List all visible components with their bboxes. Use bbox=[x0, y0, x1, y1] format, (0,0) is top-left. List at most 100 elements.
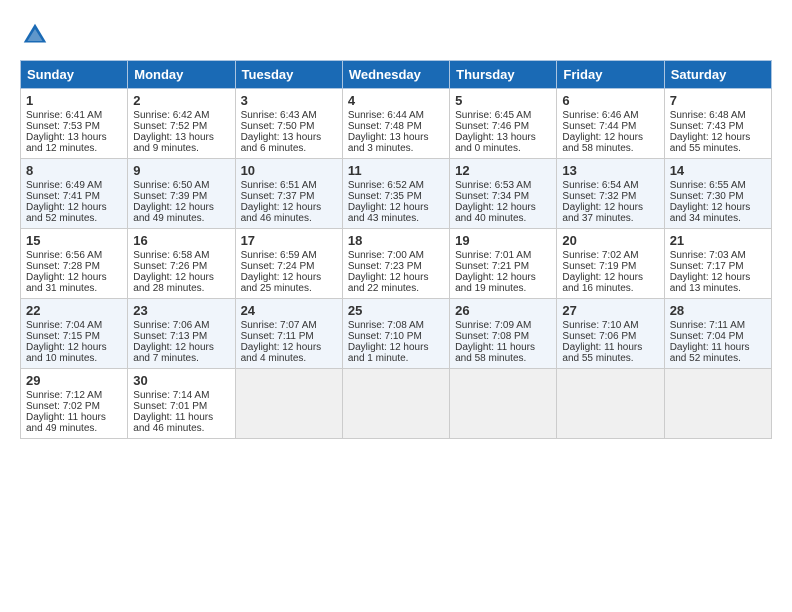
calendar-cell: 26 Sunrise: 7:09 AMSunset: 7:08 PMDayligh… bbox=[450, 299, 557, 369]
day-info-line: Daylight: 12 hours bbox=[348, 342, 444, 353]
day-number: 15 bbox=[26, 233, 122, 248]
day-info-line: Sunrise: 6:48 AM bbox=[670, 110, 766, 121]
calendar-cell: 28Sunrise: 7:11 AMSunset: 7:04 PMDayligh… bbox=[664, 299, 771, 369]
day-number: 7 bbox=[670, 93, 766, 108]
calendar-week-2: 8Sunrise: 6:49 AMSunset: 7:41 PMDaylight… bbox=[21, 159, 772, 229]
calendar-cell: 3Sunrise: 6:43 AMSunset: 7:50 PMDaylight… bbox=[235, 89, 342, 159]
day-number: 2 bbox=[133, 93, 229, 108]
day-info-line: Sunset: 7:46 PM bbox=[455, 121, 551, 132]
day-number: 3 bbox=[241, 93, 337, 108]
day-info-line: Daylight: 11 hours bbox=[455, 342, 551, 353]
calendar-cell: 19Sunrise: 7:01 AMSunset: 7:21 PMDayligh… bbox=[450, 229, 557, 299]
day-info-line: and 40 minutes. bbox=[455, 213, 551, 224]
day-number: 24 bbox=[241, 303, 337, 318]
day-info-line: Sunrise: 7:00 AM bbox=[348, 250, 444, 261]
day-info-line: Sunset: 7:11 PM bbox=[241, 331, 337, 342]
day-info-line: Daylight: 12 hours bbox=[241, 272, 337, 283]
day-number: 10 bbox=[241, 163, 337, 178]
day-info-line: Sunrise: 6:45 AM bbox=[455, 110, 551, 121]
day-info-line: Sunrise: 7:02 AM bbox=[562, 250, 658, 261]
calendar-header-saturday: Saturday bbox=[664, 61, 771, 89]
day-info-line: Daylight: 13 hours bbox=[241, 132, 337, 143]
calendar-cell: 24Sunrise: 7:07 AMSunset: 7:11 PMDayligh… bbox=[235, 299, 342, 369]
day-info-line: Daylight: 12 hours bbox=[562, 202, 658, 213]
day-info-line: Sunset: 7:02 PM bbox=[26, 401, 122, 412]
day-info-line: Sunset: 7:08 PM bbox=[455, 331, 551, 342]
day-info-line: Sunset: 7:06 PM bbox=[562, 331, 658, 342]
day-number: 23 bbox=[133, 303, 229, 318]
day-info-line: and 6 minutes. bbox=[241, 143, 337, 154]
day-number: 11 bbox=[348, 163, 444, 178]
day-info-line: and 46 minutes. bbox=[241, 213, 337, 224]
day-info-line: Daylight: 12 hours bbox=[670, 272, 766, 283]
day-info-line: Sunset: 7:23 PM bbox=[348, 261, 444, 272]
day-info-line: and 28 minutes. bbox=[133, 283, 229, 294]
day-info-line: and 58 minutes. bbox=[455, 353, 551, 364]
day-info-line: Daylight: 12 hours bbox=[26, 272, 122, 283]
calendar-cell bbox=[557, 369, 664, 439]
day-info-line: and 9 minutes. bbox=[133, 143, 229, 154]
day-info-line: Sunrise: 6:50 AM bbox=[133, 180, 229, 191]
day-number: 8 bbox=[26, 163, 122, 178]
day-info-line: Daylight: 12 hours bbox=[241, 202, 337, 213]
day-number: 26 bbox=[455, 303, 551, 318]
day-info-line: Sunset: 7:17 PM bbox=[670, 261, 766, 272]
day-info-line: Daylight: 12 hours bbox=[26, 342, 122, 353]
calendar-cell: 6Sunrise: 6:46 AMSunset: 7:44 PMDaylight… bbox=[557, 89, 664, 159]
day-info-line: Sunset: 7:04 PM bbox=[670, 331, 766, 342]
day-info-line: Sunrise: 7:03 AM bbox=[670, 250, 766, 261]
day-number: 6 bbox=[562, 93, 658, 108]
day-number: 9 bbox=[133, 163, 229, 178]
calendar-cell: 25Sunrise: 7:08 AMSunset: 7:10 PMDayligh… bbox=[342, 299, 449, 369]
calendar-cell: 5Sunrise: 6:45 AMSunset: 7:46 PMDaylight… bbox=[450, 89, 557, 159]
day-info-line: Sunrise: 7:08 AM bbox=[348, 320, 444, 331]
day-info-line: Sunset: 7:53 PM bbox=[26, 121, 122, 132]
calendar-header-monday: Monday bbox=[128, 61, 235, 89]
day-info-line: and 52 minutes. bbox=[670, 353, 766, 364]
calendar-cell: 20Sunrise: 7:02 AMSunset: 7:19 PMDayligh… bbox=[557, 229, 664, 299]
day-info-line: and 49 minutes. bbox=[26, 423, 122, 434]
day-info-line: Sunset: 7:35 PM bbox=[348, 191, 444, 202]
day-info-line: Sunset: 7:41 PM bbox=[26, 191, 122, 202]
day-info-line: Daylight: 13 hours bbox=[455, 132, 551, 143]
calendar-cell: 30Sunrise: 7:14 AMSunset: 7:01 PMDayligh… bbox=[128, 369, 235, 439]
day-info-line: and 12 minutes. bbox=[26, 143, 122, 154]
day-info-line: Daylight: 13 hours bbox=[348, 132, 444, 143]
calendar-cell: 18Sunrise: 7:00 AMSunset: 7:23 PMDayligh… bbox=[342, 229, 449, 299]
calendar-cell bbox=[664, 369, 771, 439]
day-number: 4 bbox=[348, 93, 444, 108]
calendar-cell bbox=[342, 369, 449, 439]
day-number: 12 bbox=[455, 163, 551, 178]
day-info-line: Daylight: 12 hours bbox=[133, 342, 229, 353]
calendar-cell: 17Sunrise: 6:59 AMSunset: 7:24 PMDayligh… bbox=[235, 229, 342, 299]
day-info-line: Daylight: 12 hours bbox=[562, 272, 658, 283]
day-info-line: and 43 minutes. bbox=[348, 213, 444, 224]
calendar-cell: 29Sunrise: 7:12 AMSunset: 7:02 PMDayligh… bbox=[21, 369, 128, 439]
day-info-line: Sunrise: 7:14 AM bbox=[133, 390, 229, 401]
day-info-line: Daylight: 12 hours bbox=[562, 132, 658, 143]
day-info-line: and 58 minutes. bbox=[562, 143, 658, 154]
calendar-cell: 11Sunrise: 6:52 AMSunset: 7:35 PMDayligh… bbox=[342, 159, 449, 229]
day-info-line: Sunrise: 7:09 AM bbox=[455, 320, 551, 331]
day-info-line: Sunset: 7:01 PM bbox=[133, 401, 229, 412]
calendar-cell: 10Sunrise: 6:51 AMSunset: 7:37 PMDayligh… bbox=[235, 159, 342, 229]
calendar-cell bbox=[235, 369, 342, 439]
calendar-cell: 4Sunrise: 6:44 AMSunset: 7:48 PMDaylight… bbox=[342, 89, 449, 159]
day-info-line: Daylight: 11 hours bbox=[26, 412, 122, 423]
day-number: 27 bbox=[562, 303, 658, 318]
day-info-line: Sunset: 7:43 PM bbox=[670, 121, 766, 132]
calendar-cell: 12Sunrise: 6:53 AMSunset: 7:34 PMDayligh… bbox=[450, 159, 557, 229]
day-info-line: Sunset: 7:50 PM bbox=[241, 121, 337, 132]
day-info-line: Sunset: 7:28 PM bbox=[26, 261, 122, 272]
day-number: 21 bbox=[670, 233, 766, 248]
calendar-week-1: 1Sunrise: 6:41 AMSunset: 7:53 PMDaylight… bbox=[21, 89, 772, 159]
calendar-cell: 23Sunrise: 7:06 AMSunset: 7:13 PMDayligh… bbox=[128, 299, 235, 369]
day-info-line: and 7 minutes. bbox=[133, 353, 229, 364]
day-number: 18 bbox=[348, 233, 444, 248]
day-number: 30 bbox=[133, 373, 229, 388]
calendar-cell: 27Sunrise: 7:10 AMSunset: 7:06 PMDayligh… bbox=[557, 299, 664, 369]
day-info-line: and 37 minutes. bbox=[562, 213, 658, 224]
calendar-header-row: SundayMondayTuesdayWednesdayThursdayFrid… bbox=[21, 61, 772, 89]
day-info-line: and 34 minutes. bbox=[670, 213, 766, 224]
day-info-line: Sunrise: 6:51 AM bbox=[241, 180, 337, 191]
